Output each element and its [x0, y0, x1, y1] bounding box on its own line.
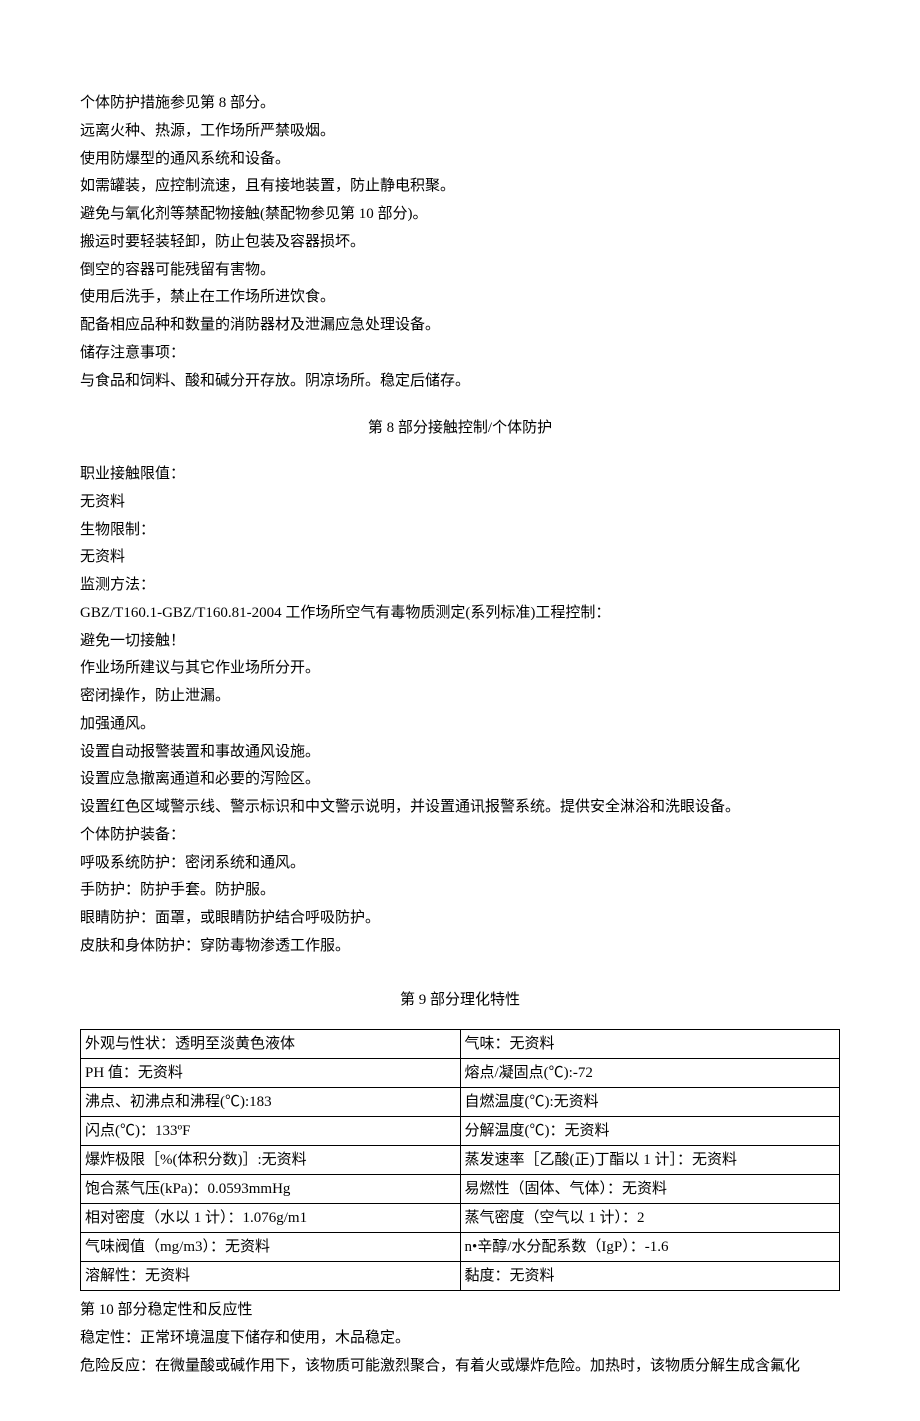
table-row: 相对密度（水以 1 计）：1.076g/m1 蒸气密度（空气以 1 计）：2: [81, 1204, 840, 1233]
body-text: 生物限制：: [80, 517, 840, 545]
table-row: 饱合蒸气压(kPa)：0.0593mmHg 易燃性（固体、气体）：无资料: [81, 1175, 840, 1204]
body-text: 无资料: [80, 489, 840, 517]
table-cell: 溶解性：无资料: [81, 1262, 461, 1291]
body-text: 使用防爆型的通风系统和设备。: [80, 146, 840, 174]
section10-block: 第 10 部分稳定性和反应性 稳定性：正常环境温度下储存和使用，木品稳定。 危险…: [80, 1297, 840, 1380]
body-text: 设置红色区域警示线、警示标识和中文警示说明，并设置通讯报警系统。提供安全淋浴和洗…: [80, 794, 840, 822]
table-cell: 闪点(℃)：133ºF: [81, 1117, 461, 1146]
body-text: 搬运时要轻装轻卸，防止包装及容器损坏。: [80, 229, 840, 257]
table-row: 沸点、初沸点和沸程(℃):183 自燃温度(℃):无资料: [81, 1088, 840, 1117]
body-text: 储存注意事项：: [80, 340, 840, 368]
table-cell: 分解温度(℃)：无资料: [460, 1117, 840, 1146]
body-text: 个体防护措施参见第 8 部分。: [80, 90, 840, 118]
body-text: 职业接触限值：: [80, 461, 840, 489]
table-cell: 蒸气密度（空气以 1 计）：2: [460, 1204, 840, 1233]
table-row: 溶解性：无资料 黏度：无资料: [81, 1262, 840, 1291]
body-text: 密闭操作，防止泄漏。: [80, 683, 840, 711]
table-cell: 蒸发速率［乙酸(正)丁酯以 1 计］：无资料: [460, 1146, 840, 1175]
table-cell: 饱合蒸气压(kPa)：0.0593mmHg: [81, 1175, 461, 1204]
body-text: 配备相应品种和数量的消防器材及泄漏应急处理设备。: [80, 312, 840, 340]
table-cell: 黏度：无资料: [460, 1262, 840, 1291]
body-text: 皮肤和身体防护：穿防毒物渗透工作服。: [80, 933, 840, 961]
body-text: 设置自动报警装置和事故通风设施。: [80, 739, 840, 767]
table-cell: 相对密度（水以 1 计）：1.076g/m1: [81, 1204, 461, 1233]
table-cell: PH 值：无资料: [81, 1059, 461, 1088]
table-cell: 气味阀值（mg/m3）：无资料: [81, 1233, 461, 1262]
table-cell: 外观与性状：透明至淡黄色液体: [81, 1030, 461, 1059]
table-row: 气味阀值（mg/m3）：无资料 n•辛醇/水分配系数（IgP）：-1.6: [81, 1233, 840, 1262]
body-text: 使用后洗手，禁止在工作场所进饮食。: [80, 284, 840, 312]
section8-block: 职业接触限值： 无资料 生物限制： 无资料 监测方法： GBZ/T160.1-G…: [80, 461, 840, 961]
table-cell: 自燃温度(℃):无资料: [460, 1088, 840, 1117]
body-text: 避免与氧化剂等禁配物接触(禁配物参见第 10 部分)。: [80, 201, 840, 229]
table-row: 爆炸极限［%(体积分数)］:无资料 蒸发速率［乙酸(正)丁酯以 1 计］：无资料: [81, 1146, 840, 1175]
body-text: 无资料: [80, 544, 840, 572]
body-text: 手防护：防护手套。防护服。: [80, 877, 840, 905]
section7-block: 个体防护措施参见第 8 部分。 远离火种、热源，工作场所严禁吸烟。 使用防爆型的…: [80, 90, 840, 395]
table-cell: 沸点、初沸点和沸程(℃):183: [81, 1088, 461, 1117]
body-text: 第 10 部分稳定性和反应性: [80, 1297, 840, 1325]
body-text: 加强通风。: [80, 711, 840, 739]
body-text: 眼睛防护：面罩，或眼睛防护结合呼吸防护。: [80, 905, 840, 933]
table-cell: n•辛醇/水分配系数（IgP）：-1.6: [460, 1233, 840, 1262]
body-text: 个体防护装备：: [80, 822, 840, 850]
body-text: 远离火种、热源，工作场所严禁吸烟。: [80, 118, 840, 146]
table-row: PH 值：无资料 熔点/凝固点(℃):-72: [81, 1059, 840, 1088]
table-row: 外观与性状：透明至淡黄色液体 气味：无资料: [81, 1030, 840, 1059]
body-text: 倒空的容器可能残留有害物。: [80, 257, 840, 285]
properties-table: 外观与性状：透明至淡黄色液体 气味：无资料 PH 值：无资料 熔点/凝固点(℃)…: [80, 1029, 840, 1291]
body-text: GBZ/T160.1-GBZ/T160.81-2004 工作场所空气有毒物质测定…: [80, 600, 840, 628]
table-row: 闪点(℃)：133ºF 分解温度(℃)：无资料: [81, 1117, 840, 1146]
body-text: 危险反应：在微量酸或碱作用下，该物质可能激烈聚合，有着火或爆炸危险。加热时，该物…: [80, 1353, 840, 1381]
section8-title: 第 8 部分接触控制/个体防护: [80, 415, 840, 443]
body-text: 与食品和饲料、酸和碱分开存放。阴凉场所。稳定后储存。: [80, 368, 840, 396]
body-text: 呼吸系统防护：密闭系统和通风。: [80, 850, 840, 878]
body-text: 稳定性：正常环境温度下储存和使用，木品稳定。: [80, 1325, 840, 1353]
body-text: 避免一切接触！: [80, 628, 840, 656]
section9-title: 第 9 部分理化特性: [80, 987, 840, 1015]
body-text: 设置应急撤离通道和必要的泻险区。: [80, 766, 840, 794]
table-cell: 爆炸极限［%(体积分数)］:无资料: [81, 1146, 461, 1175]
body-text: 作业场所建议与其它作业场所分开。: [80, 655, 840, 683]
table-cell: 易燃性（固体、气体）：无资料: [460, 1175, 840, 1204]
table-cell: 熔点/凝固点(℃):-72: [460, 1059, 840, 1088]
table-cell: 气味：无资料: [460, 1030, 840, 1059]
body-text: 如需罐装，应控制流速，且有接地装置，防止静电积聚。: [80, 173, 840, 201]
body-text: 监测方法：: [80, 572, 840, 600]
